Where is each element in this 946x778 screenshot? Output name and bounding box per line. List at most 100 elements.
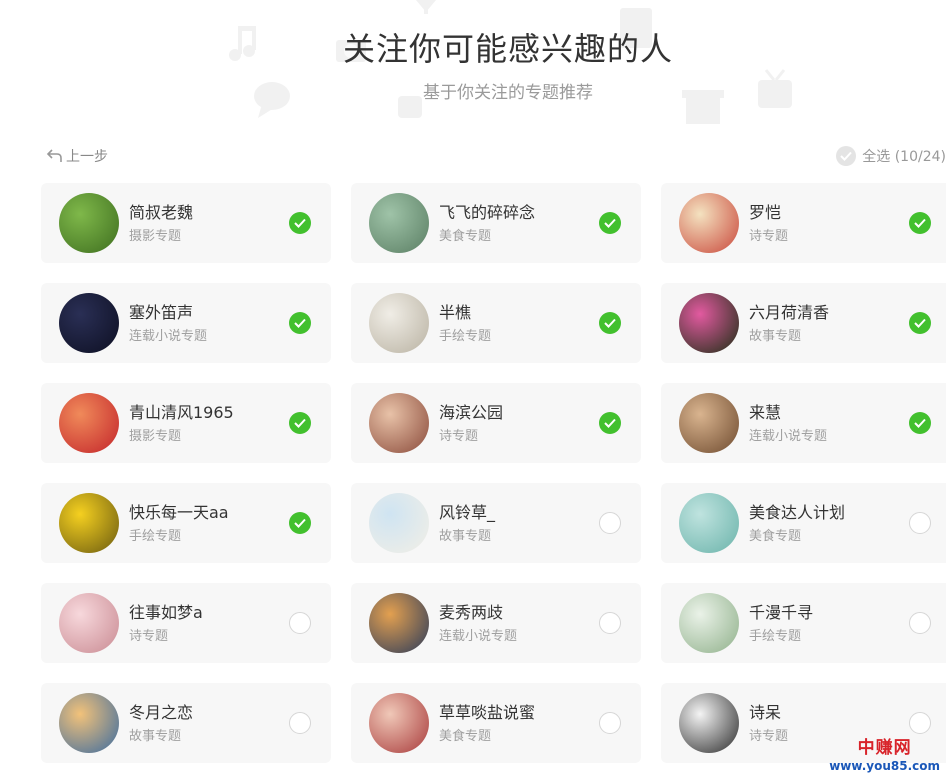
user-category: 美食专题 xyxy=(439,729,492,744)
checked-icon[interactable] xyxy=(289,212,311,234)
unchecked-icon[interactable] xyxy=(599,512,621,534)
user-category: 诗专题 xyxy=(749,729,789,744)
checked-icon[interactable] xyxy=(599,212,621,234)
avatar xyxy=(59,693,119,753)
user-card[interactable]: 风铃草_ 故事专题 xyxy=(351,483,641,563)
checked-icon[interactable] xyxy=(599,412,621,434)
user-category: 连载小说专题 xyxy=(439,629,518,644)
avatar xyxy=(369,593,429,653)
user-category: 手绘专题 xyxy=(439,329,492,344)
user-name: 麦秀两歧 xyxy=(439,603,504,622)
checked-icon[interactable] xyxy=(909,312,931,334)
user-card[interactable]: 罗恺 诗专题 xyxy=(661,183,946,263)
checked-icon[interactable] xyxy=(599,312,621,334)
avatar xyxy=(679,393,739,453)
avatar xyxy=(59,193,119,253)
user-category: 美食专题 xyxy=(439,229,492,244)
avatar xyxy=(59,493,119,553)
avatar xyxy=(369,293,429,353)
user-card[interactable]: 千漫千寻 手绘专题 xyxy=(661,583,946,663)
avatar xyxy=(59,393,119,453)
user-category: 故事专题 xyxy=(439,529,492,544)
checked-icon[interactable] xyxy=(289,512,311,534)
user-name: 快乐每一天aa xyxy=(129,503,229,522)
avatar xyxy=(679,293,739,353)
user-name: 风铃草_ xyxy=(439,503,496,522)
avatar xyxy=(679,193,739,253)
user-name: 六月荷清香 xyxy=(749,303,830,322)
user-name: 海滨公园 xyxy=(439,403,504,422)
avatar xyxy=(59,593,119,653)
user-name: 青山清风1965 xyxy=(129,403,234,422)
user-card[interactable]: 美食达人计划美食专题 xyxy=(661,483,946,563)
user-category: 美食专题 xyxy=(749,529,802,544)
back-arrow-icon xyxy=(46,149,62,162)
user-category: 手绘专题 xyxy=(749,629,802,644)
site-watermark: 中赚网 www.you85.com xyxy=(829,738,940,773)
user-name: 千漫千寻 xyxy=(749,603,814,622)
user-category: 诗专题 xyxy=(129,629,169,644)
user-category: 故事专题 xyxy=(129,729,182,744)
back-label: 上一步 xyxy=(66,149,108,165)
user-name: 塞外笛声 xyxy=(129,303,194,322)
user-card[interactable]: 来慧 连载小说专题 xyxy=(661,383,946,463)
user-name: 来慧 xyxy=(749,403,782,422)
select-all-toggle[interactable]: 全选 (10/24) xyxy=(836,146,946,166)
unchecked-icon[interactable] xyxy=(909,712,931,734)
select-all-label: 全选 (10/24) xyxy=(862,149,946,165)
user-name: 草草啖盐说蜜 xyxy=(439,703,536,722)
watermark-logo-text: 中赚网 xyxy=(857,738,912,758)
user-card[interactable]: 青山清风1965 摄影专题 xyxy=(41,383,331,463)
avatar xyxy=(679,593,739,653)
user-card[interactable]: 草草啖盐说蜜美食专题 xyxy=(351,683,641,763)
checked-icon[interactable] xyxy=(289,412,311,434)
back-button[interactable]: 上一步 xyxy=(46,146,108,166)
user-category: 手绘专题 xyxy=(129,529,182,544)
user-category: 连载小说专题 xyxy=(129,329,208,344)
user-name: 往事如梦a xyxy=(129,603,203,622)
user-category: 摄影专题 xyxy=(129,229,182,244)
avatar xyxy=(369,193,429,253)
page-header: 关注你可能感兴趣的人 基于你关注的专题推荐 xyxy=(0,0,946,140)
user-card[interactable]: 六月荷清香 故事专题 xyxy=(661,283,946,363)
avatar xyxy=(369,393,429,453)
user-category: 故事专题 xyxy=(749,329,802,344)
user-name: 半樵 xyxy=(439,303,472,322)
user-card[interactable]: 塞外笛声连载小说专题 xyxy=(41,283,331,363)
user-name: 罗恺 xyxy=(749,203,782,222)
user-name: 飞飞的碎碎念 xyxy=(439,203,536,222)
user-category: 连载小说专题 xyxy=(749,429,828,444)
page-subtitle: 基于你关注的专题推荐 xyxy=(423,83,593,103)
unchecked-icon[interactable] xyxy=(599,712,621,734)
user-card[interactable]: 快乐每一天aa 手绘专题 xyxy=(41,483,331,563)
checked-icon[interactable] xyxy=(909,212,931,234)
watermark-url: www.you85.com xyxy=(829,759,940,773)
checked-icon[interactable] xyxy=(289,312,311,334)
unchecked-icon[interactable] xyxy=(289,712,311,734)
user-card[interactable]: 往事如梦a 诗专题 xyxy=(41,583,331,663)
user-category: 诗专题 xyxy=(749,229,789,244)
user-name: 简叔老魏 xyxy=(129,203,194,222)
user-card[interactable]: 半樵 手绘专题 xyxy=(351,283,641,363)
user-name: 美食达人计划 xyxy=(749,503,846,522)
user-card[interactable]: 海滨公园 诗专题 xyxy=(351,383,641,463)
unchecked-icon[interactable] xyxy=(909,612,931,634)
user-card[interactable]: 冬月之恋 故事专题 xyxy=(41,683,331,763)
select-all-check-icon xyxy=(836,146,857,166)
avatar xyxy=(369,693,429,753)
avatar xyxy=(679,693,739,753)
user-card[interactable]: 飞飞的碎碎念美食专题 xyxy=(351,183,641,263)
unchecked-icon[interactable] xyxy=(599,612,621,634)
unchecked-icon[interactable] xyxy=(909,512,931,534)
page-title: 关注你可能感兴趣的人 xyxy=(342,30,673,68)
checked-icon[interactable] xyxy=(909,412,931,434)
user-card[interactable]: 简叔老魏 摄影专题 xyxy=(41,183,331,263)
unchecked-icon[interactable] xyxy=(289,612,311,634)
user-category: 摄影专题 xyxy=(129,429,182,444)
user-name: 诗呆 xyxy=(749,703,782,722)
user-card[interactable]: 麦秀两歧连载小说专题 xyxy=(351,583,641,663)
avatar xyxy=(369,493,429,553)
user-category: 诗专题 xyxy=(439,429,479,444)
avatar xyxy=(59,293,119,353)
user-name: 冬月之恋 xyxy=(129,703,194,722)
